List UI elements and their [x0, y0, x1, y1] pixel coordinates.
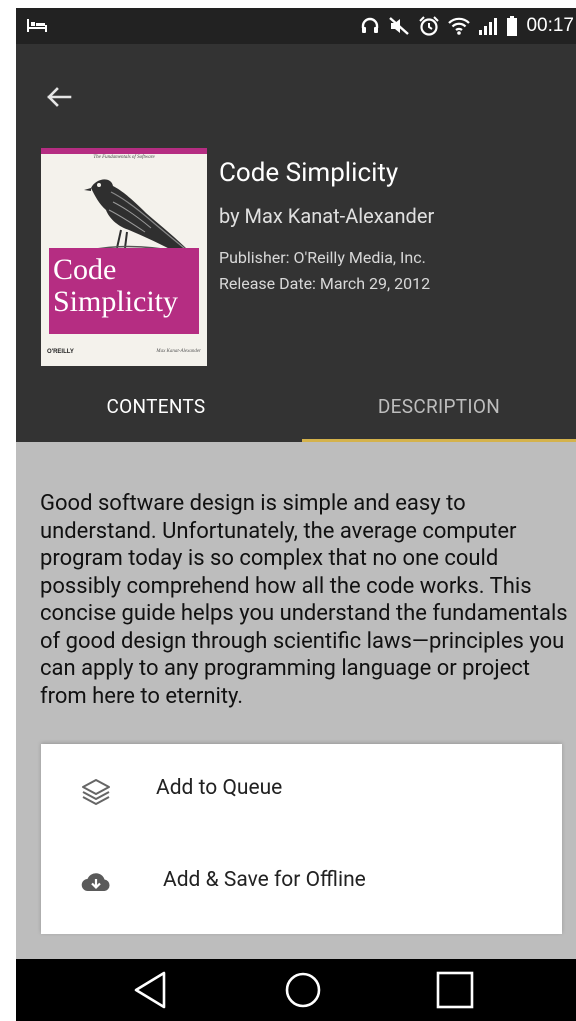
status-icons: 00:17: [360, 8, 576, 44]
pigeon-illustration-icon: [84, 179, 191, 254]
cover-title-line1: Code: [53, 253, 117, 286]
battery-icon: [507, 16, 518, 36]
book-header: The Fundamentals of Software Code Simpli…: [16, 44, 576, 442]
app-screen: 00:17 The Fundamentals of Software Code …: [16, 8, 576, 1021]
cover-title-line2: Simplicity: [53, 285, 179, 318]
signal-icon: [479, 18, 498, 35]
tab-contents[interactable]: CONTENTS: [16, 384, 296, 442]
cover-publisher-mark: O'REILLY: [47, 349, 74, 355]
add-to-queue-label: Add to Queue: [156, 776, 283, 800]
arrow-left-icon[interactable]: [42, 80, 76, 114]
layers-icon: [82, 779, 110, 805]
hotel-icon: [27, 19, 47, 32]
book-publisher: Publisher: O'Reilly Media, Inc.: [219, 248, 426, 267]
clock: 00:17: [526, 15, 574, 36]
mute-icon: [389, 17, 410, 35]
cover-top-strip: [41, 148, 207, 154]
bottom-sheet: Add to Queue Add & Save for Offline: [41, 744, 562, 934]
add-to-queue-button[interactable]: Add to Queue: [41, 748, 562, 836]
status-bar: 00:17: [16, 8, 576, 44]
book-release-date: Release Date: March 29, 2012: [219, 274, 431, 293]
tab-bar: CONTENTS DESCRIPTION: [16, 384, 576, 442]
book-cover[interactable]: The Fundamentals of Software Code Simpli…: [41, 148, 207, 366]
cover-title: Code Simplicity: [53, 254, 178, 318]
wifi-icon: [448, 17, 471, 35]
circle-home-icon[interactable]: [278, 967, 328, 1013]
tab-active-indicator: [302, 439, 576, 442]
book-title: Code Simplicity: [219, 158, 399, 188]
system-nav-bar: [16, 959, 576, 1021]
tab-description[interactable]: DESCRIPTION: [302, 384, 576, 442]
book-author: by Max Kanat-Alexander: [219, 204, 435, 228]
cloud-download-icon: [81, 873, 110, 892]
square-recent-icon[interactable]: [430, 967, 480, 1013]
alarm-icon: [419, 16, 440, 36]
add-save-offline-label: Add & Save for Offline: [163, 868, 366, 892]
headset-icon: [362, 17, 379, 33]
triangle-back-icon[interactable]: [126, 967, 176, 1013]
add-save-offline-button[interactable]: Add & Save for Offline: [41, 840, 562, 928]
cover-author: Max Kanat-Alexander: [156, 349, 201, 354]
